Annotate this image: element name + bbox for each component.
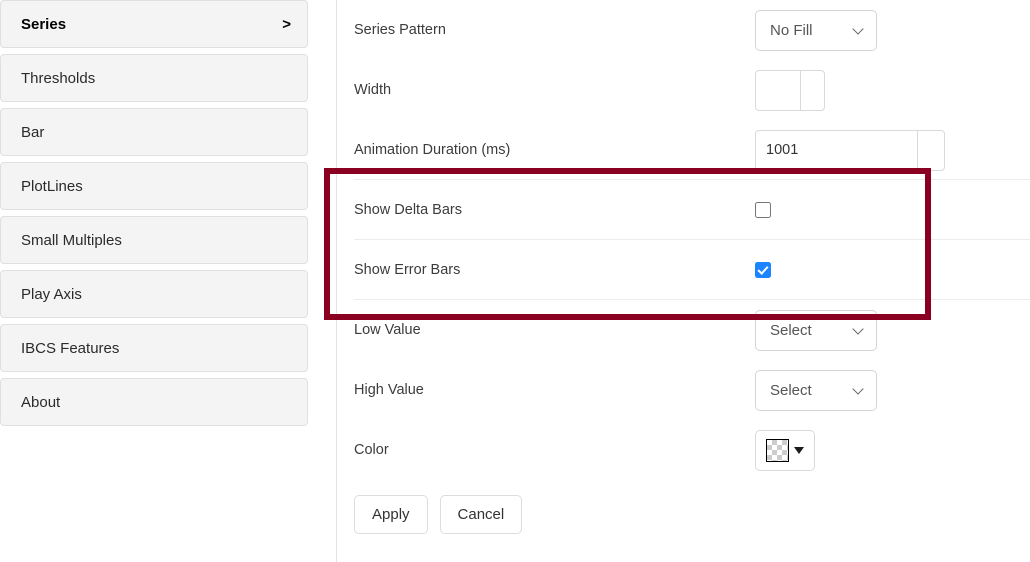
show-error-bars-label: Show Error Bars xyxy=(354,262,461,278)
sidebar-item-about[interactable]: About xyxy=(0,378,308,426)
high-value-select[interactable]: Select xyxy=(755,369,877,411)
high-value-value: Select xyxy=(770,381,812,399)
settings-pane: Series > Thresholds Bar PlotLines Small … xyxy=(0,0,1030,562)
animation-duration-control: 1001 xyxy=(755,129,945,171)
chevron-down-icon xyxy=(853,324,865,336)
row-color: Color xyxy=(337,420,1030,480)
low-value-select[interactable]: Select xyxy=(755,309,877,351)
animation-duration-stepper[interactable] xyxy=(917,130,944,170)
sidebar-item-plotlines[interactable]: PlotLines xyxy=(0,162,308,210)
high-value-control: Select xyxy=(755,369,877,411)
width-control xyxy=(755,69,825,111)
row-low-value: Low Value Select xyxy=(337,300,1030,360)
row-high-value: High Value Select xyxy=(337,360,1030,420)
series-pattern-value: No Fill xyxy=(770,21,813,39)
width-stepper[interactable] xyxy=(800,70,824,110)
row-show-delta-bars: Show Delta Bars xyxy=(337,180,1030,240)
series-settings-panel: Series Pattern No Fill Width Animation D… xyxy=(336,0,1030,562)
show-delta-bars-checkbox[interactable] xyxy=(755,202,771,218)
sidebar-item-label: Thresholds xyxy=(21,69,96,87)
sidebar-item-label: Series xyxy=(21,15,67,33)
cancel-button[interactable]: Cancel xyxy=(439,495,523,534)
show-delta-bars-control xyxy=(755,202,771,218)
show-error-bars-control xyxy=(755,262,771,278)
row-animation-duration: Animation Duration (ms) 1001 xyxy=(337,120,1030,180)
sidebar-item-label: About xyxy=(21,393,61,411)
animation-duration-value: 1001 xyxy=(766,142,799,158)
action-buttons: Apply Cancel xyxy=(337,495,1030,534)
row-series-pattern: Series Pattern No Fill xyxy=(337,0,1030,60)
animation-duration-input[interactable]: 1001 xyxy=(755,129,945,171)
sidebar-item-play-axis[interactable]: Play Axis xyxy=(0,270,308,318)
sidebar-item-small-multiples[interactable]: Small Multiples xyxy=(0,216,308,264)
sidebar-item-ibcs-features[interactable]: IBCS Features xyxy=(0,324,308,372)
settings-rows: Series Pattern No Fill Width Animation D… xyxy=(337,0,1030,534)
sidebar-item-series[interactable]: Series > xyxy=(0,0,308,48)
series-pattern-select[interactable]: No Fill xyxy=(755,9,877,51)
sidebar-item-label: Small Multiples xyxy=(21,231,122,249)
low-value-value: Select xyxy=(770,321,812,339)
apply-button[interactable]: Apply xyxy=(354,495,428,534)
chevron-right-icon: > xyxy=(282,15,291,33)
color-swatch-icon xyxy=(766,438,789,462)
triangle-down-icon xyxy=(794,446,804,454)
low-value-control: Select xyxy=(755,309,877,351)
row-width: Width xyxy=(337,60,1030,120)
width-label: Width xyxy=(354,82,392,98)
series-pattern-control: No Fill xyxy=(755,9,877,51)
chevron-down-icon xyxy=(853,384,865,396)
sidebar-item-label: Play Axis xyxy=(21,285,82,303)
color-label: Color xyxy=(354,442,389,458)
show-delta-bars-label: Show Delta Bars xyxy=(354,202,462,218)
high-value-label: High Value xyxy=(354,382,424,398)
show-error-bars-checkbox[interactable] xyxy=(755,262,771,278)
sidebar-item-thresholds[interactable]: Thresholds xyxy=(0,54,308,102)
sidebar-item-label: Bar xyxy=(21,123,45,141)
series-pattern-label: Series Pattern xyxy=(354,22,446,38)
animation-duration-label: Animation Duration (ms) xyxy=(354,142,511,158)
chevron-down-icon xyxy=(853,24,865,36)
row-show-error-bars: Show Error Bars xyxy=(337,240,1030,300)
sidebar-item-label: IBCS Features xyxy=(21,339,120,357)
sidebar-item-bar[interactable]: Bar xyxy=(0,108,308,156)
color-control xyxy=(755,429,815,471)
color-picker-button[interactable] xyxy=(755,429,815,471)
low-value-label: Low Value xyxy=(354,322,421,338)
width-input[interactable] xyxy=(755,69,825,111)
sidebar-nav: Series > Thresholds Bar PlotLines Small … xyxy=(0,0,308,562)
sidebar-item-label: PlotLines xyxy=(21,177,83,195)
